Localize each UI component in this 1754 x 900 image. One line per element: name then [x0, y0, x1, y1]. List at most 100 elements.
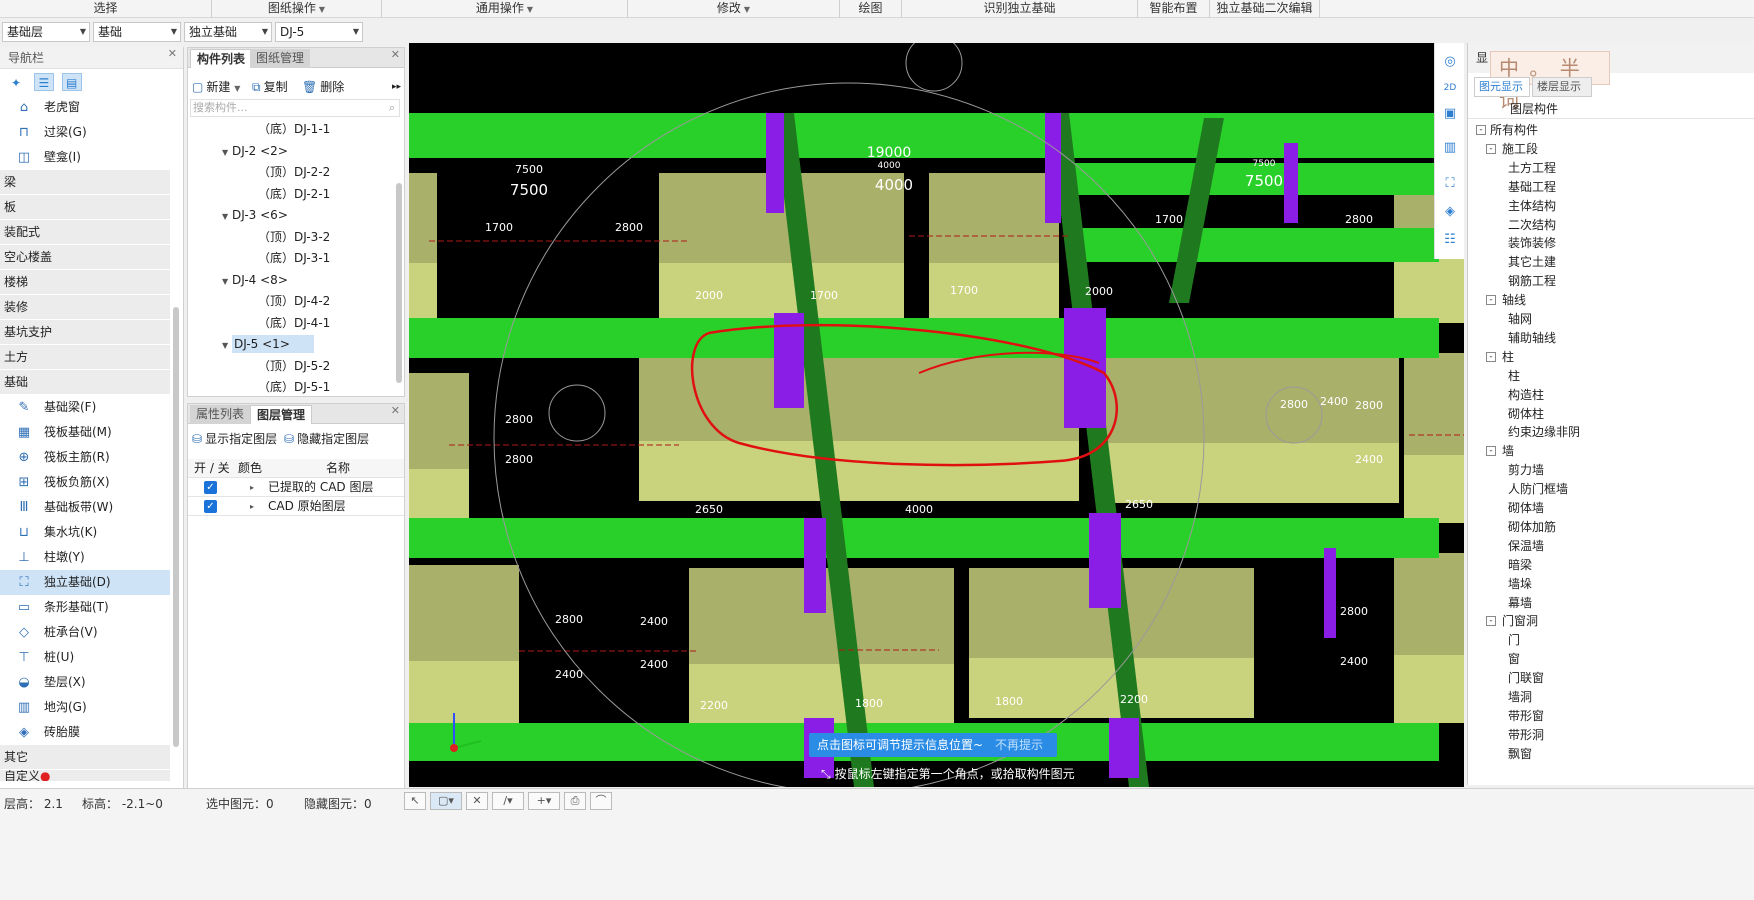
nav-item[interactable]: ◇ 桩承台(V): [0, 620, 170, 645]
component-view-icon[interactable]: ◈: [1441, 203, 1459, 221]
nav-item[interactable]: ✎ 基础梁(F): [0, 395, 170, 420]
nav-category[interactable]: 土方: [0, 345, 170, 370]
nav-item[interactable]: ◈ 砖胎膜: [0, 720, 170, 745]
type-select[interactable]: 独立基础 ▼: [184, 22, 272, 42]
display-tree-item[interactable]: 门窗洞: [1502, 612, 1538, 631]
layer-visibility-icon[interactable]: ☷: [1441, 231, 1459, 249]
display-tree-item[interactable]: 保温墙: [1508, 537, 1544, 556]
display-tree-item[interactable]: 柱: [1502, 348, 1514, 367]
more-icon[interactable]: ▸▸: [392, 76, 401, 98]
nav-item[interactable]: ▥ 地沟(G): [0, 695, 170, 720]
display-tree-item[interactable]: 砌体墙: [1508, 499, 1544, 518]
list-view-icon[interactable]: ☰: [33, 73, 54, 91]
display-tree-item[interactable]: 轴网: [1508, 310, 1532, 329]
tree-group-row[interactable]: ▼ DJ-4 <8>: [222, 270, 288, 291]
tree-group-row[interactable]: ▼ DJ-5 <1>: [222, 334, 314, 355]
tab-layer-management[interactable]: 图层管理: [250, 405, 313, 424]
display-tree-item[interactable]: 飘窗: [1508, 745, 1532, 764]
ribbon-group-draw[interactable]: 绘图: [840, 0, 902, 18]
scene-canvas[interactable]: 750075001900040004000750075002000 1700 170…: [409, 43, 1464, 787]
ribbon-group-identify[interactable]: 识别独立基础: [902, 0, 1138, 18]
pin-icon[interactable]: ✦: [6, 74, 26, 92]
nav-item[interactable]: ⌂ 老虎窗: [0, 95, 170, 120]
nav-scrollbar[interactable]: [173, 307, 179, 747]
new-button[interactable]: ▢ 新建 ▼: [192, 76, 240, 100]
nav-category[interactable]: 空心楼盖: [0, 245, 170, 270]
display-tree-item[interactable]: 土方工程: [1508, 159, 1556, 178]
display-tree-item[interactable]: 人防门框墙: [1508, 480, 1568, 499]
orbit-view-icon[interactable]: ◎: [1441, 53, 1459, 71]
layer-row[interactable]: ✓ ▸ CAD 原始图层: [188, 497, 404, 516]
display-tree-item[interactable]: 所有构件: [1490, 121, 1538, 140]
tree-item-row[interactable]: （底）DJ-2-1: [258, 184, 330, 205]
cross-select-icon[interactable]: ✕: [466, 792, 488, 810]
tree-item-row[interactable]: （顶）DJ-5-2: [258, 356, 330, 377]
nav-item[interactable]: ⛶ 独立基础(D): [0, 570, 170, 595]
copy-button[interactable]: ⧉ 复制: [252, 76, 288, 98]
display-tree-item[interactable]: 带形洞: [1508, 726, 1544, 745]
display-tree-item[interactable]: 暗梁: [1508, 556, 1532, 575]
layer-checkbox[interactable]: ✓: [204, 481, 217, 494]
cube-view-icon[interactable]: ▥: [1441, 139, 1459, 157]
category-select[interactable]: 基础 ▼: [93, 22, 181, 42]
tree-collapse-toggle[interactable]: -: [1486, 351, 1496, 362]
nav-category[interactable]: 基坑支护: [0, 320, 170, 345]
tip-dismiss-button[interactable]: 不再提示: [995, 733, 1043, 757]
tree-collapse-toggle[interactable]: -: [1486, 616, 1496, 627]
tree-collapse-toggle[interactable]: -: [1476, 125, 1486, 135]
nav-item[interactable]: ◫ 壁龛(I): [0, 145, 170, 170]
show-layer-button[interactable]: ⛁ 显示指定图层: [192, 428, 277, 450]
tree-item-row[interactable]: （底）DJ-4-1: [258, 313, 330, 334]
display-tree-item[interactable]: 二次结构: [1508, 216, 1556, 235]
nav-category[interactable]: 基础: [0, 370, 170, 395]
collapse-arrow-icon[interactable]: ▼: [222, 271, 232, 292]
detail-view-icon[interactable]: ▤: [61, 73, 82, 91]
tree-group-row[interactable]: ▼ DJ-2 <2>: [222, 141, 288, 162]
zoom-extent-icon[interactable]: ⛶: [1441, 175, 1459, 193]
search-input[interactable]: 搜索构件... ⌕: [190, 99, 400, 117]
display-tree-item[interactable]: 砌体柱: [1508, 405, 1544, 424]
display-tree-item[interactable]: 幕墙: [1508, 594, 1532, 613]
collapse-arrow-icon[interactable]: ▼: [222, 142, 232, 163]
delete-button[interactable]: 🗑 删除: [302, 76, 344, 98]
display-tree-item[interactable]: 钢筋工程: [1508, 272, 1556, 291]
tree-item-row[interactable]: （底）DJ-5-1: [258, 377, 330, 398]
tree-item-row[interactable]: （底）DJ-1-1: [258, 119, 330, 140]
print-icon[interactable]: ⎙: [564, 792, 586, 810]
2d-view-icon[interactable]: 2D: [1441, 79, 1459, 97]
nav-category[interactable]: 自定义●: [0, 770, 170, 782]
nav-category[interactable]: 楼梯: [0, 270, 170, 295]
nav-category[interactable]: 装配式: [0, 220, 170, 245]
line-snap-icon[interactable]: ∕▾: [492, 792, 524, 810]
select-box-icon[interactable]: ▢▾: [430, 792, 462, 810]
nav-item[interactable]: ⊕ 筏板主筋(R): [0, 445, 170, 470]
display-tree-item[interactable]: 轴线: [1502, 291, 1526, 310]
nav-item[interactable]: ◒ 垫层(X): [0, 670, 170, 695]
drawing-viewport[interactable]: 7500 7500 19000 4000 4000 7500 7500 2000 1700 170…: [409, 43, 1464, 787]
hide-layer-button[interactable]: ⛁ 隐藏指定图层: [284, 428, 369, 450]
display-tree-item[interactable]: 基础工程: [1508, 178, 1556, 197]
display-tree-item[interactable]: 墙洞: [1508, 688, 1532, 707]
display-tree-item[interactable]: 装饰装修: [1508, 234, 1556, 253]
tab-drawing-management[interactable]: 图纸管理: [250, 49, 311, 68]
tree-item-row[interactable]: （顶）DJ-3-2: [258, 227, 330, 248]
display-tree-item[interactable]: 门联窗: [1508, 669, 1544, 688]
layer-row[interactable]: ✓ ▸ 已提取的 CAD 图层: [188, 478, 404, 497]
tab-element-display[interactable]: 图元显示: [1474, 77, 1530, 97]
ribbon-group-drawing-ops[interactable]: 图纸操作 ▼: [212, 0, 382, 18]
display-tree-item[interactable]: 墙垛: [1508, 575, 1532, 594]
display-tree-item[interactable]: 构造柱: [1508, 386, 1544, 405]
tree-collapse-toggle[interactable]: -: [1486, 295, 1496, 306]
nav-item[interactable]: ⊤ 桩(U): [0, 645, 170, 670]
tree-item-row[interactable]: （底）DJ-3-1: [258, 248, 330, 269]
tree-collapse-toggle[interactable]: -: [1486, 446, 1496, 457]
tab-component-list[interactable]: 构件列表: [190, 49, 253, 68]
nav-category[interactable]: 板: [0, 195, 170, 220]
display-tree-item[interactable]: 砌体加筋: [1508, 518, 1556, 537]
ribbon-group-secondary-edit[interactable]: 独立基础二次编辑: [1210, 0, 1320, 18]
nav-category[interactable]: 装修: [0, 295, 170, 320]
nav-category[interactable]: 其它: [0, 745, 170, 770]
tab-property-list[interactable]: 属性列表: [190, 405, 251, 424]
collapse-arrow-icon[interactable]: ▼: [222, 335, 232, 356]
nav-item[interactable]: ⊞ 筏板负筋(X): [0, 470, 170, 495]
